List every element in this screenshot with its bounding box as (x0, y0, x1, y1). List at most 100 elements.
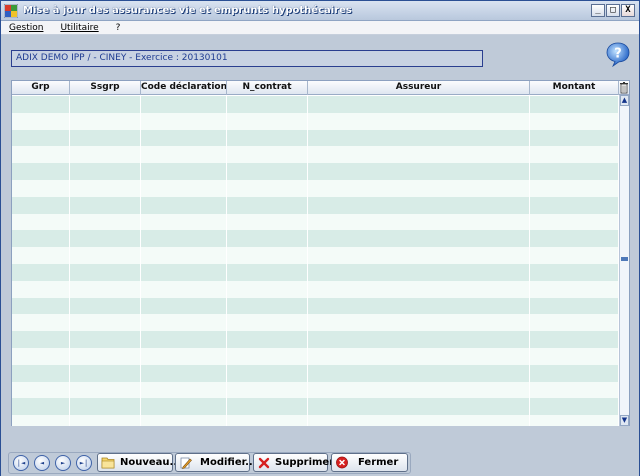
table-cell[interactable] (227, 146, 308, 164)
table-cell[interactable] (530, 297, 619, 315)
table-row[interactable] (12, 230, 619, 248)
table-cell[interactable] (12, 297, 70, 315)
table-cell[interactable] (308, 96, 530, 113)
table-cell[interactable] (308, 146, 530, 164)
table-cell[interactable] (141, 415, 227, 426)
table-cell[interactable] (227, 112, 308, 130)
scroll-up-icon[interactable]: ▲ (620, 95, 629, 106)
table-cell[interactable] (530, 96, 619, 113)
table-cell[interactable] (12, 96, 70, 113)
table-cell[interactable] (308, 179, 530, 197)
table-cell[interactable] (141, 129, 227, 147)
table-cell[interactable] (227, 213, 308, 231)
table-cell[interactable] (308, 196, 530, 214)
table-cell[interactable] (70, 230, 141, 248)
table-cell[interactable] (70, 247, 141, 264)
table-cell[interactable] (227, 347, 308, 365)
table-cell[interactable] (530, 415, 619, 426)
title-bar[interactable]: Mise à jour des assurances vie et emprun… (1, 1, 639, 21)
table-cell[interactable] (530, 112, 619, 130)
table-cell[interactable] (227, 96, 308, 113)
delete-button[interactable]: Supprimer (253, 453, 334, 472)
table-cell[interactable] (141, 314, 227, 332)
table-cell[interactable] (308, 263, 530, 281)
table-cell[interactable] (141, 112, 227, 130)
table-row[interactable] (12, 196, 619, 214)
table-cell[interactable] (227, 364, 308, 382)
table-cell[interactable] (70, 347, 141, 365)
table-cell[interactable] (12, 314, 70, 332)
table-cell[interactable] (530, 146, 619, 164)
table-cell[interactable] (227, 280, 308, 298)
table-row[interactable] (12, 347, 619, 365)
table-cell[interactable] (308, 381, 530, 399)
table-cell[interactable] (530, 314, 619, 332)
table-cell[interactable] (141, 163, 227, 180)
table-cell[interactable] (530, 263, 619, 281)
table-cell[interactable] (12, 347, 70, 365)
table-cell[interactable] (70, 96, 141, 113)
table-cell[interactable] (70, 213, 141, 231)
column-header-assureur[interactable]: Assureur (308, 81, 530, 95)
table-row[interactable] (12, 331, 619, 348)
column-header-montant[interactable]: Montant (530, 81, 619, 95)
table-cell[interactable] (12, 263, 70, 281)
table-row[interactable] (12, 112, 619, 130)
table-cell[interactable] (70, 415, 141, 426)
table-cell[interactable] (70, 331, 141, 348)
table-cell[interactable] (227, 163, 308, 180)
table-cell[interactable] (70, 129, 141, 147)
new-button[interactable]: Nouveau... (97, 453, 181, 472)
table-row[interactable] (12, 415, 619, 426)
table-cell[interactable] (227, 415, 308, 426)
table-row[interactable] (12, 163, 619, 180)
table-cell[interactable] (70, 280, 141, 298)
table-cell[interactable] (227, 331, 308, 348)
table-row[interactable] (12, 129, 619, 147)
table-cell[interactable] (530, 247, 619, 264)
table-cell[interactable] (70, 263, 141, 281)
table-row[interactable] (12, 179, 619, 197)
table-cell[interactable] (141, 196, 227, 214)
table-cell[interactable] (308, 213, 530, 231)
table-cell[interactable] (227, 129, 308, 147)
table-cell[interactable] (308, 163, 530, 180)
table-cell[interactable] (141, 179, 227, 197)
close-window-button[interactable]: X (621, 4, 635, 17)
edit-button[interactable]: Modifier... (175, 453, 257, 472)
table-cell[interactable] (308, 331, 530, 348)
table-cell[interactable] (12, 331, 70, 348)
table-cell[interactable] (12, 398, 70, 416)
table-cell[interactable] (308, 129, 530, 147)
menu-help[interactable]: ? (116, 23, 121, 33)
table-cell[interactable] (12, 179, 70, 197)
table-cell[interactable] (227, 297, 308, 315)
table-cell[interactable] (12, 129, 70, 147)
table-cell[interactable] (70, 112, 141, 130)
table-cell[interactable] (227, 263, 308, 281)
vertical-scrollbar[interactable]: ▲ ▼ (619, 95, 629, 426)
column-header-n-contrat[interactable]: N_contrat (227, 81, 308, 95)
column-header-ssgrp[interactable]: Ssgrp (70, 81, 141, 95)
table-row[interactable] (12, 398, 619, 416)
table-cell[interactable] (308, 230, 530, 248)
table-cell[interactable] (227, 196, 308, 214)
table-cell[interactable] (12, 381, 70, 399)
table-cell[interactable] (308, 112, 530, 130)
table-cell[interactable] (530, 196, 619, 214)
table-row[interactable] (12, 280, 619, 298)
menu-gestion[interactable]: Gestion (9, 23, 43, 33)
maximize-button[interactable]: □ (606, 4, 620, 17)
table-cell[interactable] (70, 196, 141, 214)
menu-utilitaire[interactable]: Utilitaire (60, 23, 98, 33)
table-cell[interactable] (530, 163, 619, 180)
first-record-button[interactable]: |◄ (13, 455, 29, 471)
table-cell[interactable] (70, 146, 141, 164)
table-cell[interactable] (141, 381, 227, 399)
table-cell[interactable] (12, 230, 70, 248)
table-row[interactable] (12, 381, 619, 399)
table-cell[interactable] (70, 163, 141, 180)
table-cell[interactable] (141, 247, 227, 264)
table-cell[interactable] (12, 163, 70, 180)
table-cell[interactable] (141, 297, 227, 315)
